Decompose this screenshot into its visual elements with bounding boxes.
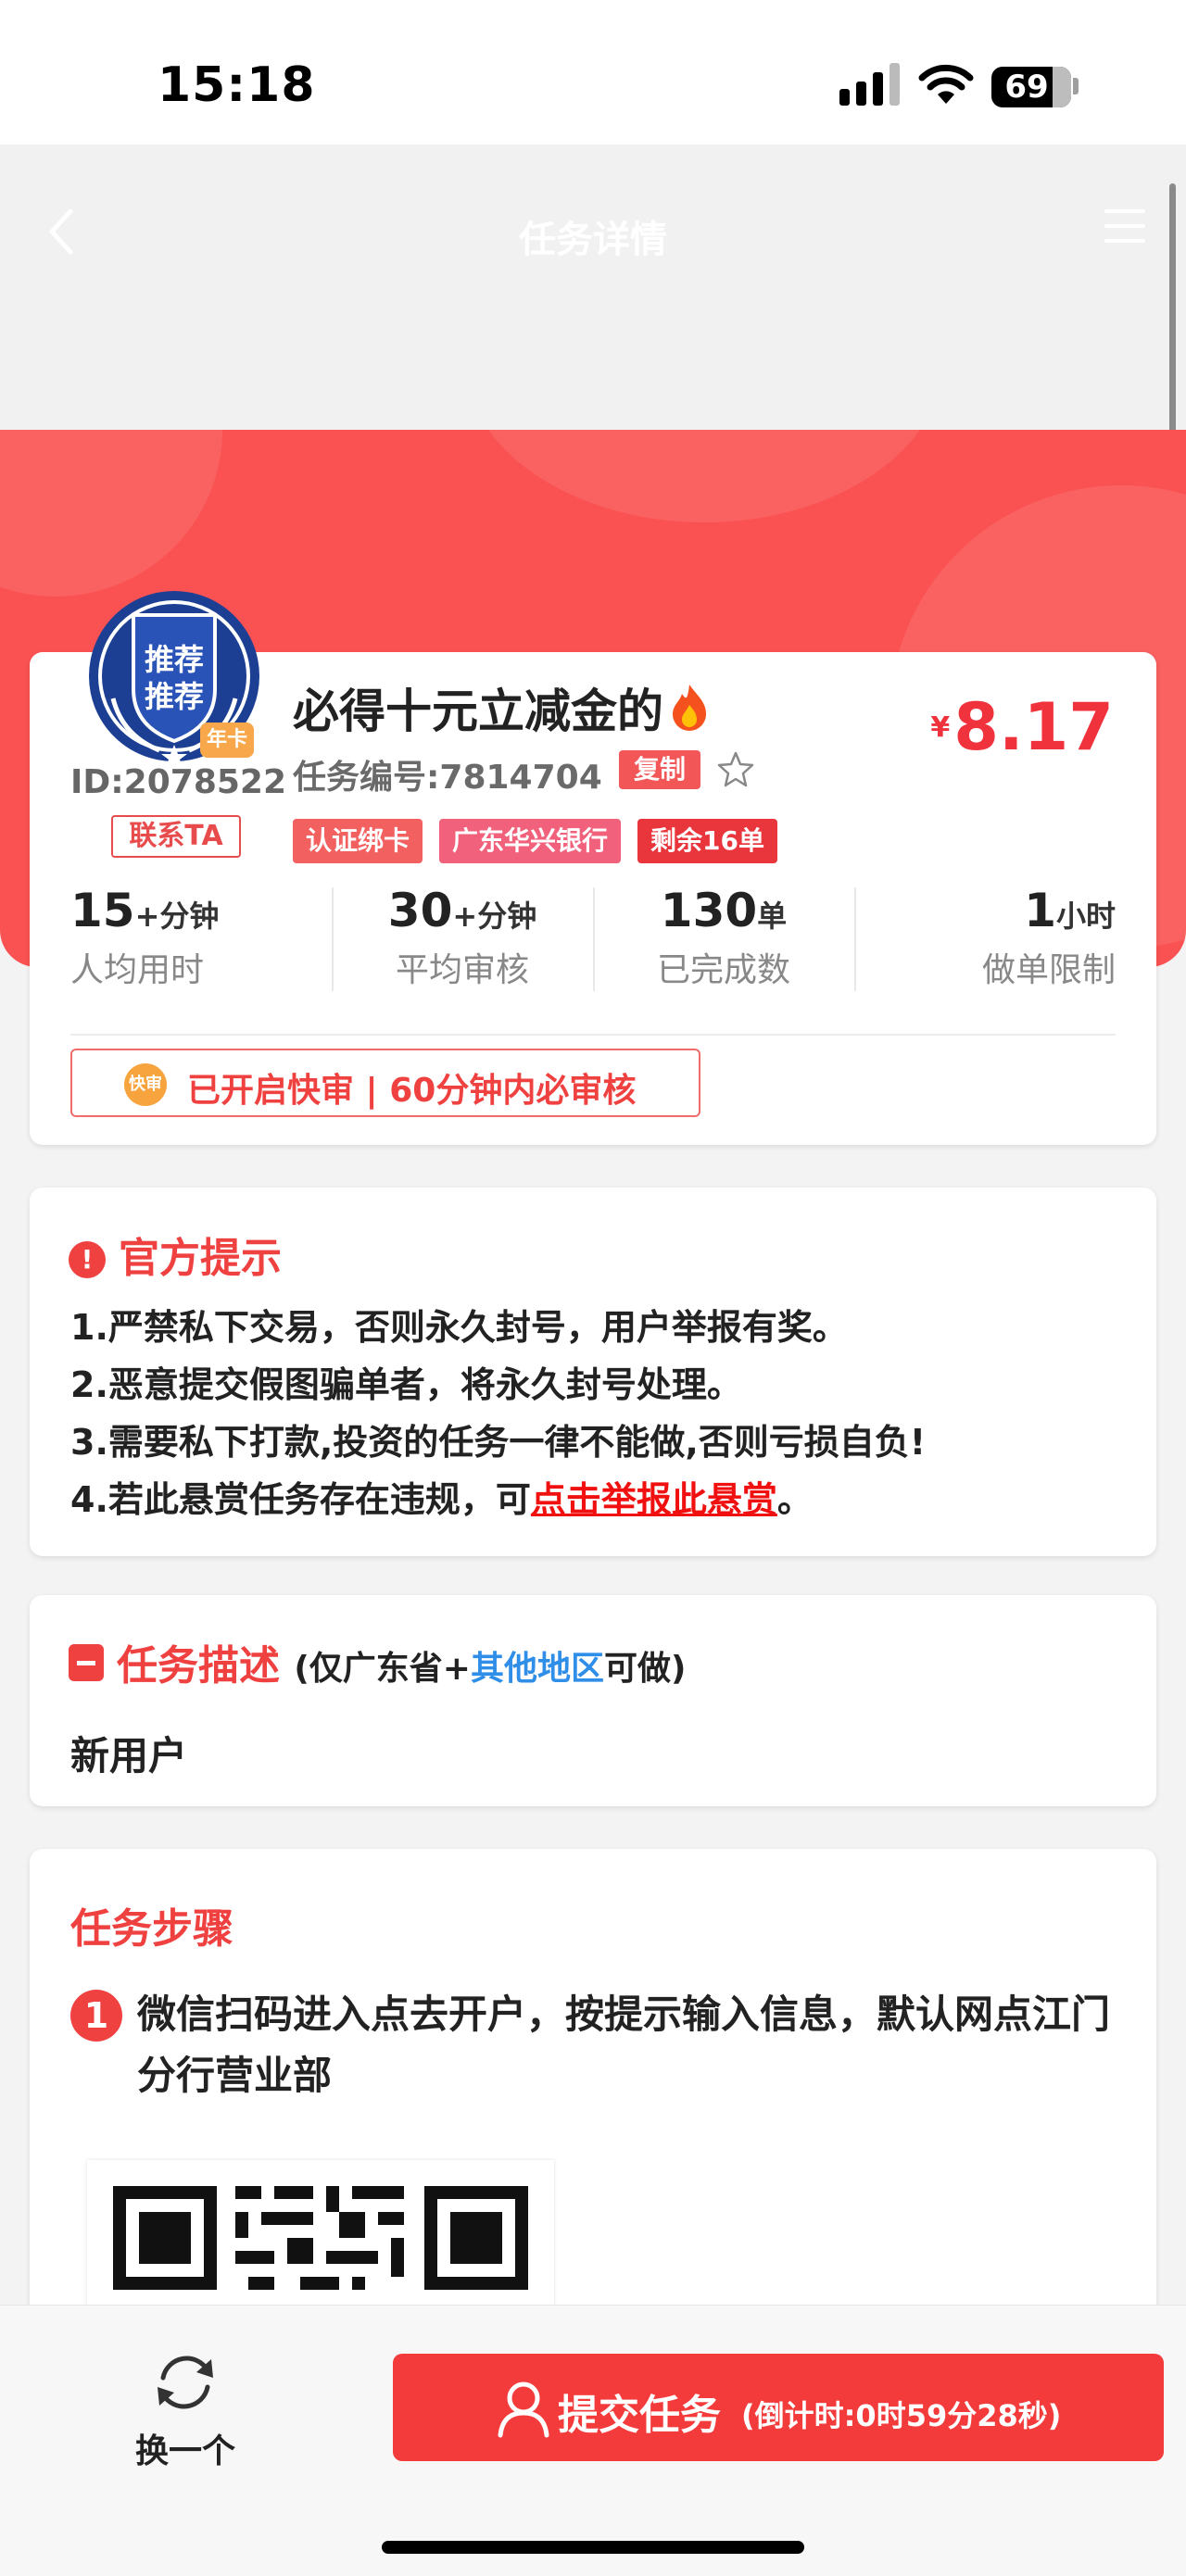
- tag-remaining: 剩余16单: [637, 819, 777, 863]
- stat-completed: 130单 已完成数: [593, 884, 854, 993]
- steps-title: 任务步骤: [70, 1905, 233, 1953]
- report-link[interactable]: 点击举报此悬赏: [531, 1479, 777, 1520]
- stat-label: 平均审核: [395, 951, 529, 989]
- task-header-card: 推荐推荐 年卡 ID:2078522 联系TA 必得十元立减金的 任务编号:78…: [30, 591, 1156, 1145]
- notice-title: ! 官方提示: [69, 1225, 282, 1284]
- status-time: 15:18: [158, 57, 316, 113]
- status-bar: 15:18 69: [0, 0, 1186, 145]
- task-title: 必得十元立减金的: [293, 674, 710, 741]
- bottom-action-bar: 换一个 提交任务 (倒计时:0时59分28秒): [0, 2305, 1186, 2576]
- description-title-text: 任务描述: [117, 1642, 280, 1690]
- stat-unit: +分钟: [452, 898, 537, 934]
- user-icon: [498, 2381, 549, 2438]
- price-currency: ¥: [930, 711, 951, 744]
- notice-item: 4.若此悬赏任务存在违规，可点击举报此悬赏。: [70, 1471, 926, 1528]
- stat-value: 15: [70, 884, 135, 937]
- description-body: 新用户: [70, 1733, 188, 1778]
- description-title: 任务描述 (仅广东省+其他地区可做): [69, 1632, 686, 1691]
- official-notice-card: ! 官方提示 1.严禁私下交易，否则永久封号，用户举报有奖。 2.恶意提交假图骗单…: [30, 1187, 1156, 1556]
- stat-limit: 1小时 做单限制: [854, 884, 1116, 993]
- nav-bar: 任务详情: [0, 145, 1186, 432]
- other-regions-link[interactable]: 其他地区: [471, 1650, 604, 1688]
- stat-value: 1: [1024, 884, 1056, 937]
- stat-label: 已完成数: [656, 951, 790, 989]
- home-indicator: [382, 2541, 804, 2554]
- task-description-card: 任务描述 (仅广东省+其他地区可做) 新用户: [30, 1595, 1156, 1806]
- stat-value: 30: [387, 884, 453, 937]
- task-tags: 认证绑卡 广东华兴银行 剩余16单: [293, 819, 794, 863]
- battery-tip: [1073, 78, 1079, 94]
- stat-unit: +分钟: [134, 898, 220, 934]
- task-stats: 15+分钟 人均用时 30+分钟 平均审核 130单 已完成数 1小时 做单限制: [70, 884, 1116, 993]
- stat-unit: 单: [757, 898, 788, 934]
- menu-icon[interactable]: [1104, 209, 1145, 246]
- submit-task-label: 提交任务: [558, 2392, 721, 2439]
- refresh-icon: [158, 2356, 213, 2409]
- notice-item: 3.需要私下打款,投资的任务一律不能做,否则亏损自负!: [70, 1422, 927, 1463]
- region-scope: (仅广东省+其他地区可做): [294, 1650, 686, 1688]
- notice-item: 2.恶意提交假图骗单者，将永久封号处理。: [70, 1364, 742, 1405]
- divider: [70, 1034, 1116, 1036]
- stat-avg-time: 15+分钟 人均用时: [70, 884, 332, 993]
- notice-title-text: 官方提示: [119, 1235, 282, 1282]
- publisher-id: ID:2078522: [70, 763, 287, 801]
- page-title: 任务详情: [519, 219, 667, 261]
- step-text: 微信扫码进入点去开户，按提示输入信息，默认网点江门分行营业部: [137, 1992, 1111, 2098]
- fire-icon: [673, 685, 706, 731]
- battery-icon: 69: [991, 67, 1071, 107]
- badge-label: 推荐推荐: [144, 642, 204, 714]
- copy-button[interactable]: 复制: [619, 750, 700, 789]
- recommend-badge: 推荐推荐 年卡: [85, 587, 263, 773]
- region-prefix: (仅广东省+: [294, 1650, 471, 1688]
- document-icon: [69, 1644, 104, 1681]
- tag-bank: 广东华兴银行: [439, 819, 622, 863]
- price-value: 8.17: [953, 689, 1114, 765]
- badge-ribbon: 年卡: [200, 723, 254, 758]
- notice-list: 1.严禁私下交易，否则永久封号，用户举报有奖。 2.恶意提交假图骗单者，将永久封…: [70, 1299, 926, 1528]
- notice-item-text: 4.若此悬赏任务存在违规，可: [70, 1479, 531, 1520]
- wifi-icon: [918, 64, 974, 104]
- task-number: 任务编号:7814704: [293, 759, 602, 797]
- stat-label: 人均用时: [70, 951, 205, 989]
- stat-unit: 小时: [1055, 898, 1116, 934]
- star-icon[interactable]: [717, 750, 754, 787]
- stat-value: 130: [660, 884, 758, 937]
- notice-item-suffix: 。: [776, 1479, 813, 1520]
- fast-review-icon: 快审: [124, 1063, 167, 1106]
- contact-button[interactable]: 联系TA: [111, 815, 241, 858]
- switch-task-button[interactable]: 换一个: [111, 2350, 259, 2472]
- fast-review-text: 已开启快审 | 60分钟内必审核: [187, 1072, 637, 1110]
- stat-label: 做单限制: [981, 951, 1116, 989]
- task-title-text: 必得十元立减金的: [293, 685, 663, 738]
- fast-review-banner: 快审 已开启快审 | 60分钟内必审核: [70, 1049, 700, 1117]
- submit-task-button[interactable]: 提交任务 (倒计时:0时59分28秒): [393, 2354, 1164, 2461]
- countdown-timer: (倒计时:0时59分28秒): [741, 2398, 1062, 2433]
- switch-task-label: 换一个: [134, 2432, 235, 2470]
- signal-icon: [839, 63, 901, 106]
- reward-price: ¥8.17: [930, 689, 1114, 765]
- step-number: 1: [70, 1990, 122, 2042]
- battery-level: 69: [1004, 69, 1049, 106]
- notice-item: 1.严禁私下交易，否则永久封号，用户举报有奖。: [70, 1307, 848, 1348]
- tag-verify-card: 认证绑卡: [293, 819, 423, 863]
- region-suffix: 可做): [603, 1650, 687, 1688]
- stat-avg-review: 30+分钟 平均审核: [332, 884, 593, 993]
- warning-icon: !: [69, 1241, 106, 1278]
